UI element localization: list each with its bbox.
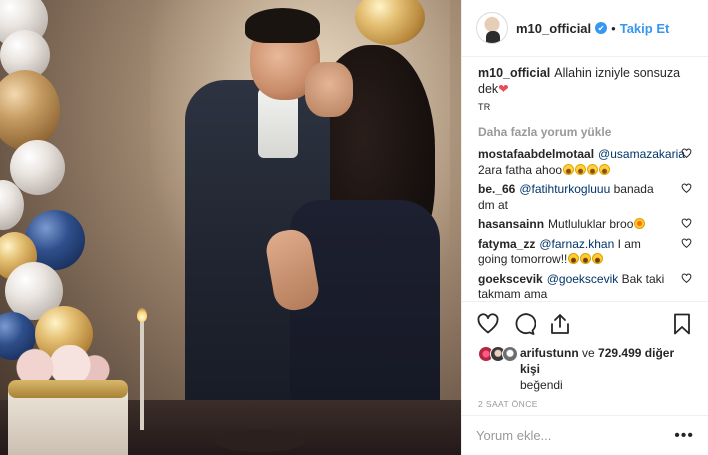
plate: [215, 430, 305, 452]
likes-connector: ve: [582, 346, 595, 360]
comments-list[interactable]: m10_official Allahin izniyle sonsuza dek❤…: [462, 57, 708, 301]
comment-row: goekscevik @goekscevik Bak taki takmam am…: [478, 272, 692, 301]
cry-emoji-icon: [592, 253, 604, 264]
comment-icon[interactable]: [512, 312, 536, 336]
comment-row: hasansainn Mutluluklar broo: [478, 217, 692, 233]
heart-icon[interactable]: [476, 312, 500, 336]
man-hand: [305, 62, 353, 117]
add-comment-bar: •••: [462, 415, 708, 455]
likes-count[interactable]: 729.499: [598, 346, 641, 360]
laugh-emoji-icon: [575, 163, 587, 175]
comment-row: fatyma_zz @farnaz.khan I am going tomorro…: [478, 237, 692, 268]
comment-row: mostafaabdelmotaal @usamazakaria 2ara fat…: [478, 147, 692, 178]
more-options-icon[interactable]: •••: [674, 427, 694, 445]
candle-flame: [137, 308, 147, 322]
comment-container: mostafaabdelmotaal @usamazakaria 2ara fat…: [478, 147, 692, 301]
likes-summary: arifustunn ve 729.499 diğer kişi beğendi: [462, 345, 708, 393]
post-side-panel: m10_official ✔ • Takip Et m10_official Al…: [461, 0, 708, 455]
comment-username[interactable]: goekscevik: [478, 272, 543, 286]
comment-like-heart-icon[interactable]: [681, 218, 692, 229]
comment-like-heart-icon[interactable]: [681, 183, 692, 194]
follow-button[interactable]: Takip Et: [620, 21, 670, 36]
cry-emoji-icon: [580, 253, 592, 264]
post-photo[interactable]: [0, 0, 461, 455]
comment-text: 2ara fatha ahoo: [478, 162, 563, 177]
load-more-comments-button[interactable]: Daha fazla yorum yükle: [478, 125, 692, 139]
profile-avatar[interactable]: [476, 12, 508, 44]
liker-avatar: [502, 346, 518, 362]
star-emoji-icon: [634, 218, 646, 229]
comment-username[interactable]: hasansainn: [478, 217, 544, 231]
first-liker-username[interactable]: arifustunn: [520, 346, 579, 360]
likes-suffix: beğendi: [520, 378, 563, 392]
post-header: m10_official ✔ • Takip Et: [462, 0, 708, 57]
header-username[interactable]: m10_official: [516, 21, 591, 36]
comment-mention[interactable]: @usamazakaria: [598, 147, 685, 161]
header-separator: •: [611, 20, 616, 36]
red-heart-emoji: ❤: [498, 82, 509, 96]
cake-drip: [8, 380, 128, 398]
verified-badge-icon: ✔: [595, 22, 608, 34]
instagram-post: m10_official ✔ • Takip Et m10_official Al…: [0, 0, 708, 455]
comment-row: be._66 @fatihturkogluuu banada dm at: [478, 182, 692, 213]
comment-username[interactable]: mostafaabdelmotaal: [478, 147, 594, 161]
comment-like-heart-icon[interactable]: [681, 273, 692, 284]
cry-emoji-icon: [568, 253, 580, 264]
post-caption: m10_official Allahin izniyle sonsuza dek❤…: [478, 65, 692, 115]
candle: [140, 320, 144, 430]
share-icon[interactable]: [548, 312, 572, 336]
comment-mention[interactable]: @fatihturkogluuu: [519, 182, 610, 196]
translate-label[interactable]: TR: [478, 99, 692, 115]
comment-mention[interactable]: @goekscevik: [547, 272, 619, 286]
laugh-emoji-icon: [587, 163, 599, 175]
bookmark-icon[interactable]: [670, 312, 694, 336]
laugh-emoji-icon: [563, 163, 575, 175]
laugh-emoji-icon: [599, 163, 611, 175]
balloon: [10, 140, 65, 195]
post-timestamp[interactable]: 2 SAAT ÖNCE: [462, 393, 708, 415]
comment-mention[interactable]: @farnaz.khan: [539, 237, 614, 251]
comment-username[interactable]: be._66: [478, 182, 515, 196]
man-hair: [245, 8, 320, 43]
action-bar: [462, 301, 708, 345]
likes-text: arifustunn ve 729.499 diğer kişi beğendi: [520, 345, 692, 393]
comment-text: Mutluluklar broo: [548, 217, 634, 231]
liker-avatars[interactable]: [478, 346, 518, 362]
balloon: [0, 70, 60, 150]
comment-input[interactable]: [476, 428, 675, 443]
caption-username[interactable]: m10_official: [478, 66, 550, 80]
comment-like-heart-icon[interactable]: [681, 238, 692, 249]
comment-like-heart-icon[interactable]: [681, 148, 692, 159]
comment-username[interactable]: fatyma_zz: [478, 237, 535, 251]
